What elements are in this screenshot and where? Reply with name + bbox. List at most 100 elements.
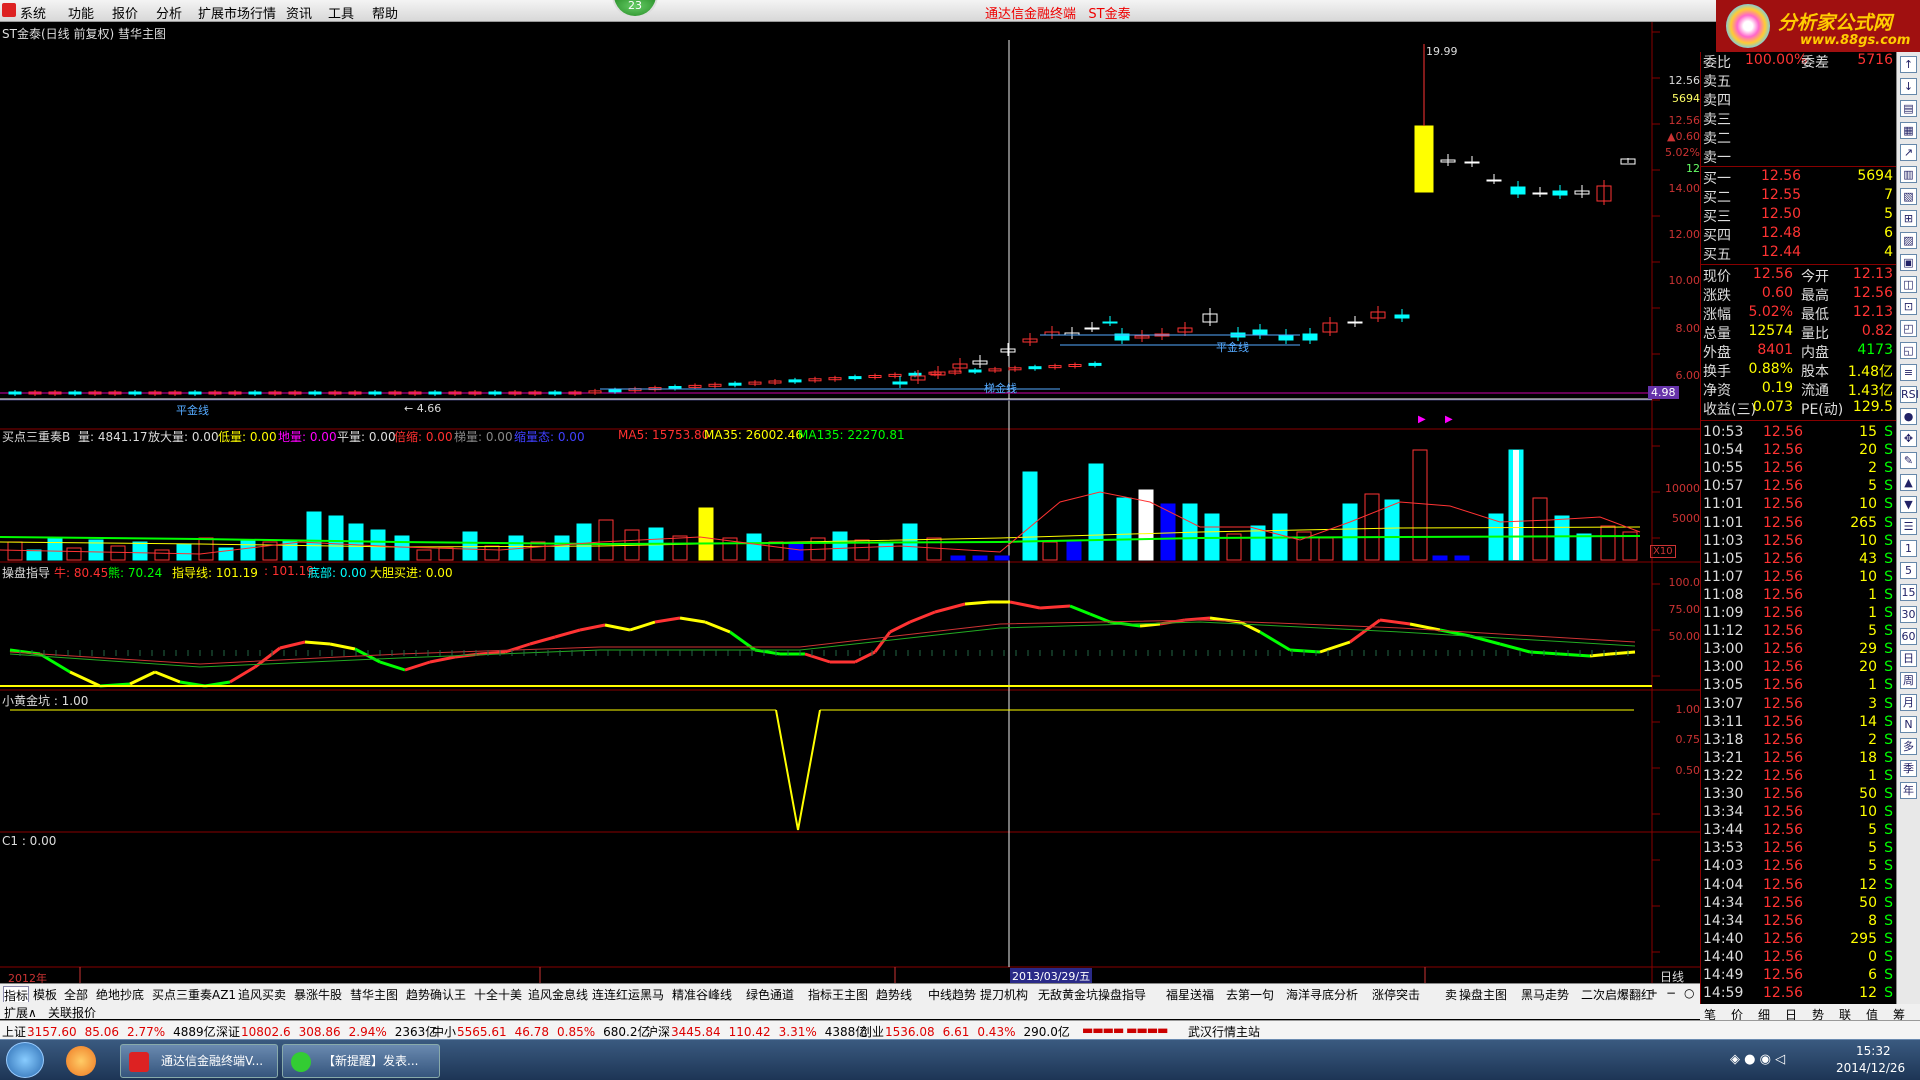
zoom-in-icon[interactable]: + xyxy=(1648,986,1658,1000)
menu-item-5[interactable]: 资讯 xyxy=(286,3,312,22)
toolbar-icon-23[interactable]: 5 xyxy=(1900,562,1917,579)
task-tdx[interactable]: 通达信金融终端V... xyxy=(120,1044,278,1078)
tray-icons[interactable]: ◈ ● ◉ ◁ xyxy=(1730,1052,1830,1070)
tab-9[interactable]: 十全十美 xyxy=(474,986,522,1003)
toolbar-icon-18[interactable]: ✎ xyxy=(1900,452,1917,469)
toolbar-icon-4[interactable]: ↗ xyxy=(1900,144,1917,161)
tab-26[interactable]: 黑马走势 xyxy=(1521,986,1569,1003)
toolbar-icon-25[interactable]: 30 xyxy=(1900,606,1917,623)
ext-tab-0[interactable]: 扩展∧ xyxy=(4,1004,37,1021)
toolbar-icon-17[interactable]: ✥ xyxy=(1900,430,1917,447)
tab-7[interactable]: 彗华主图 xyxy=(350,986,398,1003)
menu-item-7[interactable]: 帮助 xyxy=(372,3,398,22)
tab-1[interactable]: 模板 xyxy=(33,986,57,1003)
menu-item-1[interactable]: 功能 xyxy=(68,3,94,22)
bull-bear-line xyxy=(804,652,831,664)
menu-item-3[interactable]: 分析 xyxy=(156,3,182,22)
tab-12[interactable]: 精准谷峰线 xyxy=(672,986,732,1003)
toolbar-icon-22[interactable]: 1 xyxy=(1900,540,1917,557)
toolbar-icon-3[interactable]: ▦ xyxy=(1900,122,1917,139)
notification-badge[interactable]: 23 xyxy=(612,0,658,18)
tab-3[interactable]: 绝地抄底 xyxy=(96,986,144,1003)
index-2[interactable]: 中小5565.61 46.78 0.85% 680.2亿 xyxy=(432,1023,649,1040)
quote-axis-tick: 12 xyxy=(1686,162,1700,175)
tab-14[interactable]: 指标王主图 xyxy=(808,986,868,1003)
toolbar-icon-16[interactable]: ● xyxy=(1900,408,1917,425)
toolbar-icon-20[interactable]: ▼ xyxy=(1900,496,1917,513)
index-0[interactable]: 上证3157.60 85.06 2.77% 4889亿 xyxy=(2,1023,216,1040)
toolbar-icon-13[interactable]: ◱ xyxy=(1900,342,1917,359)
toolbar-icon-2[interactable]: ▤ xyxy=(1900,100,1917,117)
tab-13[interactable]: 绿色通道 xyxy=(746,986,794,1003)
start-button[interactable] xyxy=(6,1042,44,1078)
tab-15[interactable]: 趋势线 xyxy=(876,986,912,1003)
tab-6[interactable]: 暴涨牛股 xyxy=(294,986,342,1003)
toolbar-icon-33[interactable]: 年 xyxy=(1900,782,1917,799)
zoom-out-icon[interactable]: − xyxy=(1666,986,1676,1000)
toolbar-icon-12[interactable]: ◰ xyxy=(1900,320,1917,337)
toolbar-icon-28[interactable]: 周 xyxy=(1900,672,1917,689)
server-name[interactable]: 武汉行情主站 xyxy=(1188,1023,1260,1040)
tab-27[interactable]: 二次启爆翻红 xyxy=(1581,986,1653,1003)
tab-2[interactable]: 全部 xyxy=(64,986,88,1003)
toolbar-icon-19[interactable]: ▲ xyxy=(1900,474,1917,491)
menu-item-2[interactable]: 报价 xyxy=(112,3,138,22)
toolbar-icon-1[interactable]: ↓ xyxy=(1900,78,1917,95)
index-1[interactable]: 深证10802.6 308.86 2.94% 2363亿 xyxy=(216,1023,437,1040)
toolbar-icon-30[interactable]: N xyxy=(1900,716,1917,733)
tab-10[interactable]: 追风金息线 xyxy=(528,986,588,1003)
tab-8[interactable]: 趋势确认王 xyxy=(406,986,466,1003)
toolbar-icon-14[interactable]: ≡ xyxy=(1900,364,1917,381)
toolbar-icon-5[interactable]: ▥ xyxy=(1900,166,1917,183)
menu-item-0[interactable]: 系统 xyxy=(20,3,46,22)
right-toolbar: ↑ ↓ ▤ ▦ ↗ ▥ ▧ ⊞ ▨ ▣ ◫ ⊡ ◰ ◱ ≡ RSI ● ✥ ✎ ▲ ▼ ☰ 1 5 15 30 60 日周月 N 多季年 xyxy=(1896,52,1920,1004)
tab-11[interactable]: 连连红运黑马 xyxy=(592,986,664,1003)
toolbar-icon-10[interactable]: ◫ xyxy=(1900,276,1917,293)
volume-bar xyxy=(1042,541,1058,561)
quote-text: S xyxy=(1884,514,1893,531)
quote-text: 5 xyxy=(1868,623,1877,640)
header-value: 熊: 70.24 xyxy=(108,566,163,580)
toolbar-icon-32[interactable]: 季 xyxy=(1900,760,1917,777)
tab-24[interactable]: 卖 xyxy=(1445,986,1457,1003)
clock-date[interactable]: 2014/12/26 xyxy=(1836,1061,1905,1075)
tab-17[interactable]: 提刀机构 xyxy=(980,986,1028,1003)
toolbar-icon-6[interactable]: ▧ xyxy=(1900,188,1917,205)
toolbar-icon-24[interactable]: 15 xyxy=(1900,584,1917,601)
toolbar-icon-21[interactable]: ☰ xyxy=(1900,518,1917,535)
menu-item-6[interactable]: 工具 xyxy=(328,3,354,22)
zoom-reset-icon[interactable]: ○ xyxy=(1684,986,1694,1000)
tab-21[interactable]: 去第一句 xyxy=(1226,986,1274,1003)
tab-23[interactable]: 涨停突击 xyxy=(1372,986,1420,1003)
tab-4[interactable]: 买点三重奏AZ1 xyxy=(152,986,236,1003)
toolbar-icon-27[interactable]: 日 xyxy=(1900,650,1917,667)
volume-unit: X10 xyxy=(1650,545,1676,558)
tab-20[interactable]: 福星送福 xyxy=(1166,986,1214,1003)
tab-22[interactable]: 海洋寻底分析 xyxy=(1286,986,1358,1003)
tab-16[interactable]: 中线趋势 xyxy=(928,986,976,1003)
tab-25[interactable]: 操盘主图 xyxy=(1459,986,1507,1003)
toolbar-icon-26[interactable]: 60 xyxy=(1900,628,1917,645)
clock-time[interactable]: 15:32 xyxy=(1856,1044,1891,1058)
toolbar-icon-11[interactable]: ⊡ xyxy=(1900,298,1917,315)
toolbar-icon-0[interactable]: ↑ xyxy=(1900,56,1917,73)
index-4[interactable]: 创业1536.08 6.61 0.43% 290.0亿 xyxy=(860,1023,1070,1040)
menu-item-4[interactable]: 扩展市场行情 xyxy=(198,3,276,22)
tab-18[interactable]: 无敌黄金坑 xyxy=(1038,986,1098,1003)
toolbar-icon-7[interactable]: ⊞ xyxy=(1900,210,1917,227)
tab-5[interactable]: 追风买卖 xyxy=(238,986,286,1003)
pinned-browser-icon[interactable] xyxy=(66,1046,96,1076)
quote-text: S xyxy=(1884,659,1893,676)
ext-tab-1[interactable]: 关联报价 xyxy=(48,1004,96,1021)
toolbar-icon-8[interactable]: ▨ xyxy=(1900,232,1917,249)
toolbar-icon-31[interactable]: 多 xyxy=(1900,738,1917,755)
tab-scroll-right-icon[interactable]: › xyxy=(1620,986,1625,1000)
task-browser[interactable]: 【新提醒】发表... xyxy=(282,1044,440,1078)
chart-area[interactable]: ▶ ▶ ST金泰(日线 前复权) 彗华主图 买点三重奏B 量: 4841.17 放大量… xyxy=(0,22,1700,1005)
tab-19[interactable]: 操盘指导 xyxy=(1098,986,1146,1003)
toolbar-icon-29[interactable]: 月 xyxy=(1900,694,1917,711)
toolbar-icon-9[interactable]: ▣ xyxy=(1900,254,1917,271)
toolbar-icon-15[interactable]: RSI xyxy=(1900,386,1919,403)
index-3[interactable]: 沪深3445.84 110.42 3.31% 4388亿 xyxy=(646,1023,867,1040)
chart-canvas[interactable]: ▶ ▶ xyxy=(0,22,1700,984)
